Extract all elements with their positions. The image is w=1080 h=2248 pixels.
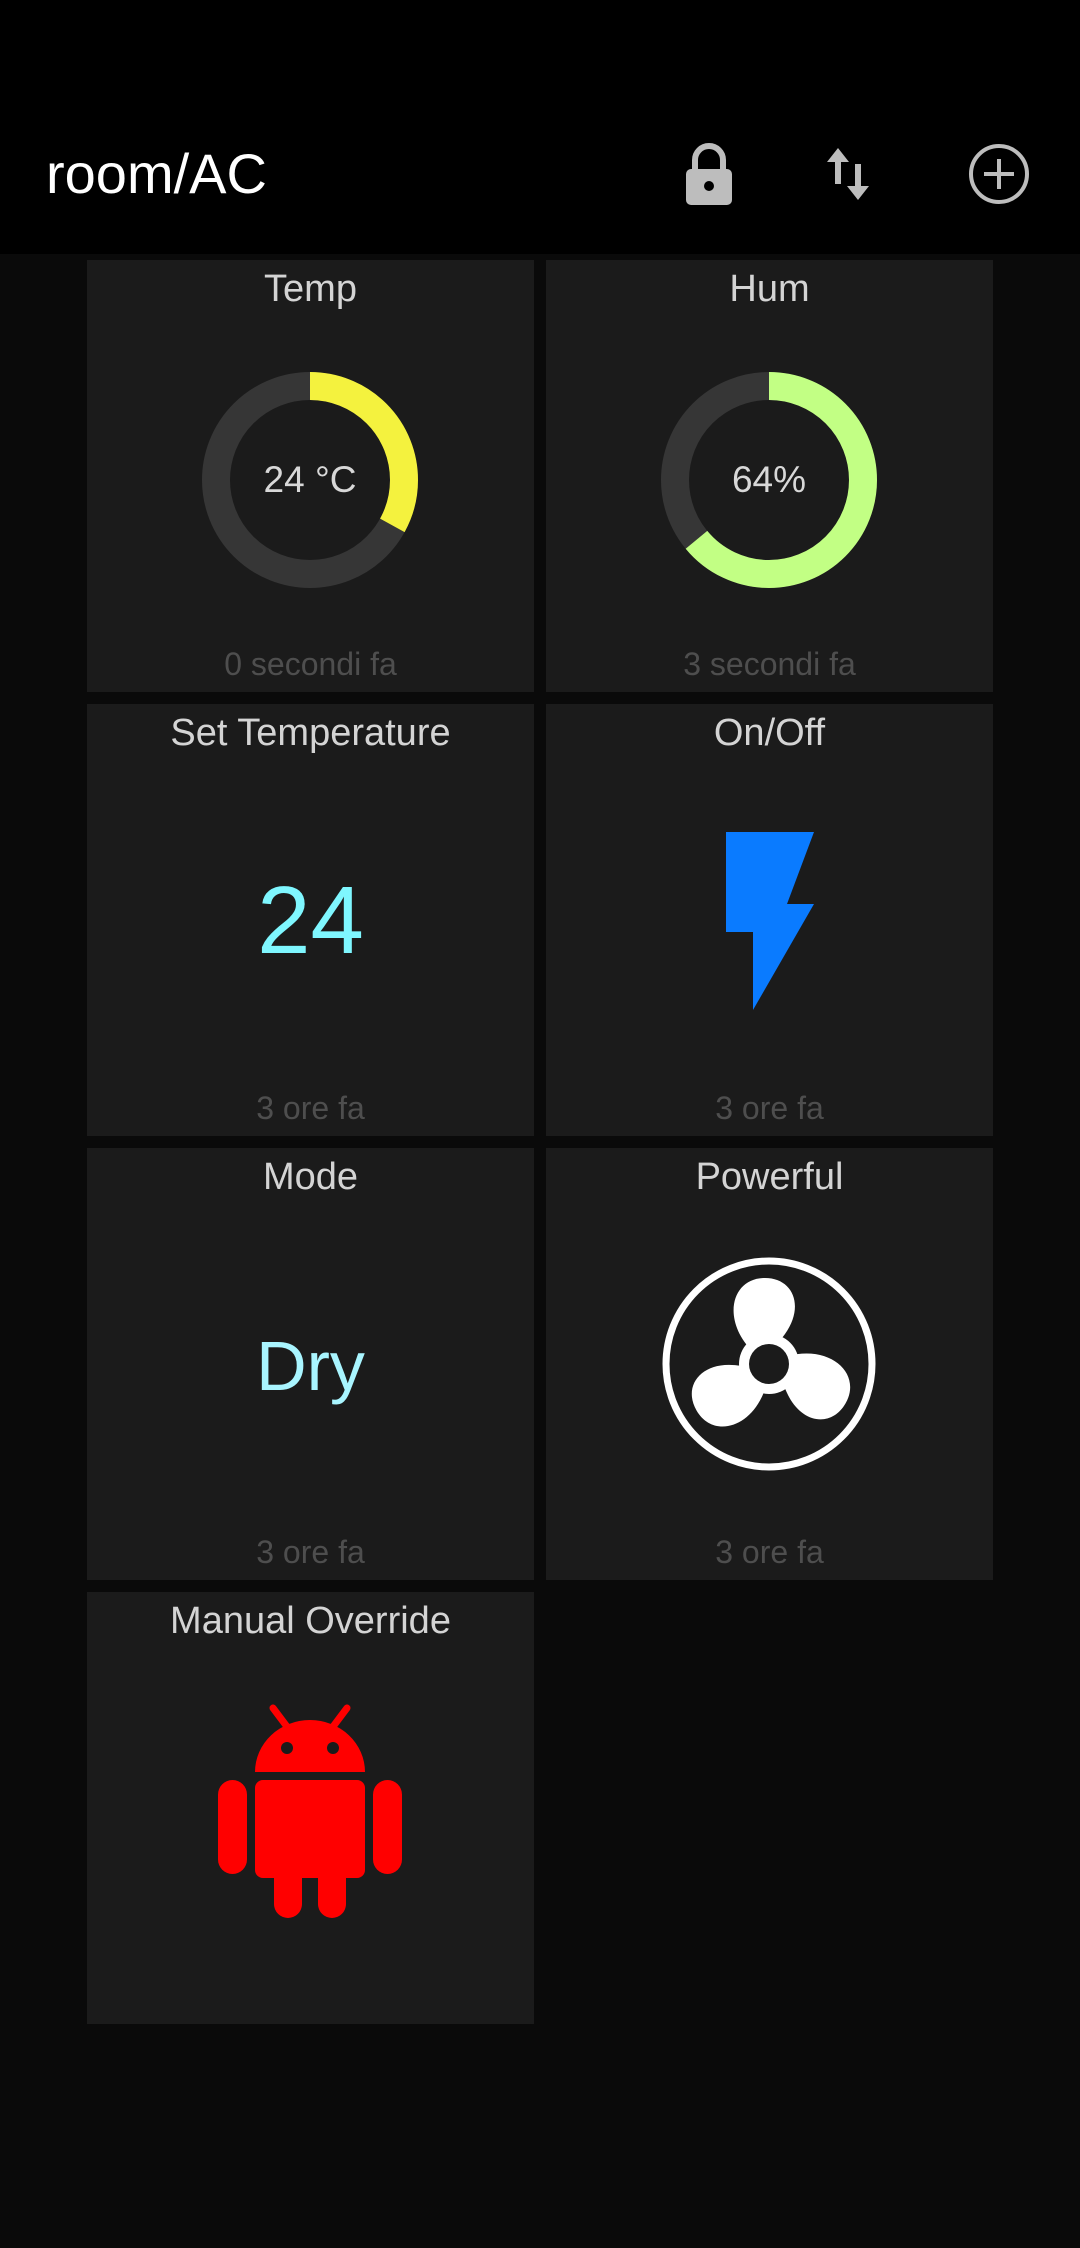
tile-on-off[interactable]: On/Off 3 ore fa: [546, 704, 993, 1136]
temp-value: 24 °C: [263, 459, 357, 500]
add-circle-icon[interactable]: [959, 134, 1039, 214]
fan-icon: [662, 1257, 876, 1471]
tile-title: Manual Override: [170, 1600, 451, 1642]
tile-title: On/Off: [713, 712, 826, 754]
tile-timestamp: 3 ore fa: [715, 1090, 824, 1126]
tile-set-temperature[interactable]: Set Temperature 24 3 ore fa: [87, 704, 534, 1136]
tile-title: Mode: [262, 1156, 359, 1198]
tile-timestamp: [87, 1968, 534, 2024]
tile-hum[interactable]: Hum 64% 3 secondi fa: [546, 260, 993, 692]
tile-title: Set Temperature: [170, 712, 451, 754]
android-icon: [218, 1704, 402, 1918]
tile-timestamp: 3 secondi fa: [683, 646, 856, 682]
tile-manual-override[interactable]: Manual Override: [87, 1592, 534, 2024]
mode-value: Dry: [256, 1327, 365, 1405]
tile-timestamp: 0 secondi fa: [224, 646, 397, 682]
humidity-value: 64%: [731, 459, 807, 500]
set-temperature-value: 24: [257, 867, 364, 974]
tile-timestamp: 3 ore fa: [256, 1090, 365, 1126]
tile-powerful[interactable]: Powerful 3 ore fa: [546, 1148, 993, 1580]
tile-mode[interactable]: Mode Dry 3 ore fa: [87, 1148, 534, 1580]
tile-title: Temp: [264, 268, 357, 310]
tile-temp[interactable]: Temp 24 °C 0 secondi fa: [87, 260, 534, 692]
lock-icon[interactable]: [669, 134, 749, 214]
lightning-bolt-icon: [726, 832, 814, 1010]
sort-arrows-icon[interactable]: [808, 134, 888, 214]
tile-timestamp: 3 ore fa: [715, 1534, 824, 1570]
app-bar: room/AC: [0, 0, 1080, 254]
tile-title: Powerful: [695, 1156, 844, 1198]
page-title: room/AC: [46, 142, 267, 205]
tile-timestamp: 3 ore fa: [256, 1534, 365, 1570]
tile-title: Hum: [729, 268, 810, 310]
